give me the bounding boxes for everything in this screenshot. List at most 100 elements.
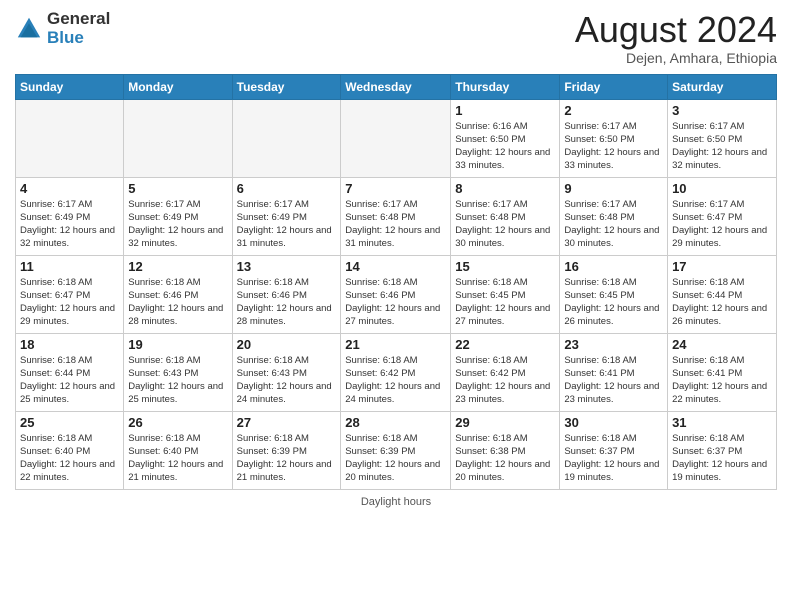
calendar-cell: 11 Sunrise: 6:18 AMSunset: 6:47 PMDayligh…: [16, 255, 124, 333]
logo: General Blue: [15, 10, 110, 47]
calendar-cell: [232, 99, 341, 177]
day-info: Sunrise: 6:18 AMSunset: 6:37 PMDaylight:…: [564, 432, 663, 485]
day-number: 19: [128, 337, 227, 352]
day-info: Sunrise: 6:17 AMSunset: 6:47 PMDaylight:…: [672, 198, 772, 251]
day-info: Sunrise: 6:18 AMSunset: 6:42 PMDaylight:…: [455, 354, 555, 407]
calendar-cell: 17 Sunrise: 6:18 AMSunset: 6:44 PMDayligh…: [668, 255, 777, 333]
day-info: Sunrise: 6:18 AMSunset: 6:40 PMDaylight:…: [128, 432, 227, 485]
day-number: 10: [672, 181, 772, 196]
calendar-cell: 21 Sunrise: 6:18 AMSunset: 6:42 PMDayligh…: [341, 333, 451, 411]
day-header-saturday: Saturday: [668, 74, 777, 99]
day-number: 2: [564, 103, 663, 118]
calendar-cell: [124, 99, 232, 177]
calendar-cell: 15 Sunrise: 6:18 AMSunset: 6:45 PMDayligh…: [451, 255, 560, 333]
day-number: 15: [455, 259, 555, 274]
calendar-cell: 3 Sunrise: 6:17 AMSunset: 6:50 PMDaylight…: [668, 99, 777, 177]
day-info: Sunrise: 6:18 AMSunset: 6:42 PMDaylight:…: [345, 354, 446, 407]
page: General Blue August 2024 Dejen, Amhara, …: [0, 0, 792, 612]
day-header-wednesday: Wednesday: [341, 74, 451, 99]
day-number: 16: [564, 259, 663, 274]
logo-text: General Blue: [47, 10, 110, 47]
day-number: 9: [564, 181, 663, 196]
calendar-cell: 19 Sunrise: 6:18 AMSunset: 6:43 PMDayligh…: [124, 333, 232, 411]
location: Dejen, Amhara, Ethiopia: [575, 50, 777, 66]
day-number: 17: [672, 259, 772, 274]
day-number: 1: [455, 103, 555, 118]
day-info: Sunrise: 6:18 AMSunset: 6:41 PMDaylight:…: [564, 354, 663, 407]
day-info: Sunrise: 6:18 AMSunset: 6:44 PMDaylight:…: [672, 276, 772, 329]
calendar-cell: 31Sunrise: 6:18 AMSunset: 6:37 PMDayligh…: [668, 411, 777, 489]
day-number: 31: [672, 415, 772, 430]
calendar-cell: 23 Sunrise: 6:18 AMSunset: 6:41 PMDayligh…: [560, 333, 668, 411]
calendar-cell: 7 Sunrise: 6:17 AMSunset: 6:48 PMDaylight…: [341, 177, 451, 255]
day-number: 30: [564, 415, 663, 430]
day-header-sunday: Sunday: [16, 74, 124, 99]
day-number: 20: [237, 337, 337, 352]
calendar-cell: 10 Sunrise: 6:17 AMSunset: 6:47 PMDayligh…: [668, 177, 777, 255]
day-info: Sunrise: 6:18 AMSunset: 6:44 PMDaylight:…: [20, 354, 119, 407]
day-number: 25: [20, 415, 119, 430]
calendar-cell: 5 Sunrise: 6:17 AMSunset: 6:49 PMDaylight…: [124, 177, 232, 255]
day-info: Sunrise: 6:18 AMSunset: 6:41 PMDaylight:…: [672, 354, 772, 407]
day-info: Sunrise: 6:18 AMSunset: 6:43 PMDaylight:…: [237, 354, 337, 407]
day-header-friday: Friday: [560, 74, 668, 99]
day-header-thursday: Thursday: [451, 74, 560, 99]
day-number: 23: [564, 337, 663, 352]
day-number: 6: [237, 181, 337, 196]
day-info: Sunrise: 6:16 AMSunset: 6:50 PMDaylight:…: [455, 120, 555, 173]
calendar-cell: 9Sunrise: 6:17 AMSunset: 6:48 PMDaylight…: [560, 177, 668, 255]
day-info: Sunrise: 6:17 AMSunset: 6:49 PMDaylight:…: [128, 198, 227, 251]
month-title: August 2024: [575, 10, 777, 50]
day-number: 3: [672, 103, 772, 118]
day-number: 27: [237, 415, 337, 430]
calendar-cell: 28 Sunrise: 6:18 AMSunset: 6:39 PMDayligh…: [341, 411, 451, 489]
day-number: 11: [20, 259, 119, 274]
day-info: Sunrise: 6:18 AMSunset: 6:47 PMDaylight:…: [20, 276, 119, 329]
calendar-cell: [16, 99, 124, 177]
day-info: Sunrise: 6:17 AMSunset: 6:50 PMDaylight:…: [672, 120, 772, 173]
day-number: 5: [128, 181, 227, 196]
day-info: Sunrise: 6:17 AMSunset: 6:49 PMDaylight:…: [237, 198, 337, 251]
calendar-cell: 2 Sunrise: 6:17 AMSunset: 6:50 PMDaylight…: [560, 99, 668, 177]
calendar-cell: 18 Sunrise: 6:18 AMSunset: 6:44 PMDayligh…: [16, 333, 124, 411]
calendar-cell: 26 Sunrise: 6:18 AMSunset: 6:40 PMDayligh…: [124, 411, 232, 489]
day-info: Sunrise: 6:18 AMSunset: 6:43 PMDaylight:…: [128, 354, 227, 407]
day-info: Sunrise: 6:18 AMSunset: 6:46 PMDaylight:…: [237, 276, 337, 329]
day-number: 26: [128, 415, 227, 430]
day-number: 13: [237, 259, 337, 274]
header: General Blue August 2024 Dejen, Amhara, …: [15, 10, 777, 66]
calendar-cell: 13 Sunrise: 6:18 AMSunset: 6:46 PMDayligh…: [232, 255, 341, 333]
calendar-cell: 29Sunrise: 6:18 AMSunset: 6:38 PMDayligh…: [451, 411, 560, 489]
day-number: 28: [345, 415, 446, 430]
calendar-cell: 16 Sunrise: 6:18 AMSunset: 6:45 PMDayligh…: [560, 255, 668, 333]
calendar-cell: 30 Sunrise: 6:18 AMSunset: 6:37 PMDayligh…: [560, 411, 668, 489]
day-info: Sunrise: 6:18 AMSunset: 6:39 PMDaylight:…: [345, 432, 446, 485]
day-number: 22: [455, 337, 555, 352]
calendar-cell: 4 Sunrise: 6:17 AMSunset: 6:49 PMDaylight…: [16, 177, 124, 255]
day-info: Sunrise: 6:17 AMSunset: 6:48 PMDaylight:…: [345, 198, 446, 251]
day-info: Sunrise: 6:18 AMSunset: 6:45 PMDaylight:…: [455, 276, 555, 329]
day-info: Sunrise: 6:18 AMSunset: 6:45 PMDaylight:…: [564, 276, 663, 329]
day-info: Sunrise: 6:17 AMSunset: 6:48 PMDaylight:…: [455, 198, 555, 251]
day-info: Sunrise: 6:18 AMSunset: 6:40 PMDaylight:…: [20, 432, 119, 485]
calendar-cell: 20 Sunrise: 6:18 AMSunset: 6:43 PMDayligh…: [232, 333, 341, 411]
calendar-cell: 14Sunrise: 6:18 AMSunset: 6:46 PMDayligh…: [341, 255, 451, 333]
day-number: 18: [20, 337, 119, 352]
day-header-monday: Monday: [124, 74, 232, 99]
day-info: Sunrise: 6:17 AMSunset: 6:49 PMDaylight:…: [20, 198, 119, 251]
day-number: 8: [455, 181, 555, 196]
day-info: Sunrise: 6:17 AMSunset: 6:50 PMDaylight:…: [564, 120, 663, 173]
calendar-cell: 27Sunrise: 6:18 AMSunset: 6:39 PMDayligh…: [232, 411, 341, 489]
day-number: 29: [455, 415, 555, 430]
day-number: 24: [672, 337, 772, 352]
title-block: August 2024 Dejen, Amhara, Ethiopia: [575, 10, 777, 66]
calendar-table: SundayMondayTuesdayWednesdayThursdayFrid…: [15, 74, 777, 490]
day-header-tuesday: Tuesday: [232, 74, 341, 99]
day-number: 7: [345, 181, 446, 196]
calendar-cell: 6 Sunrise: 6:17 AMSunset: 6:49 PMDaylight…: [232, 177, 341, 255]
calendar-cell: 12Sunrise: 6:18 AMSunset: 6:46 PMDayligh…: [124, 255, 232, 333]
logo-icon: [15, 15, 43, 43]
day-number: 14: [345, 259, 446, 274]
day-number: 4: [20, 181, 119, 196]
day-number: 21: [345, 337, 446, 352]
